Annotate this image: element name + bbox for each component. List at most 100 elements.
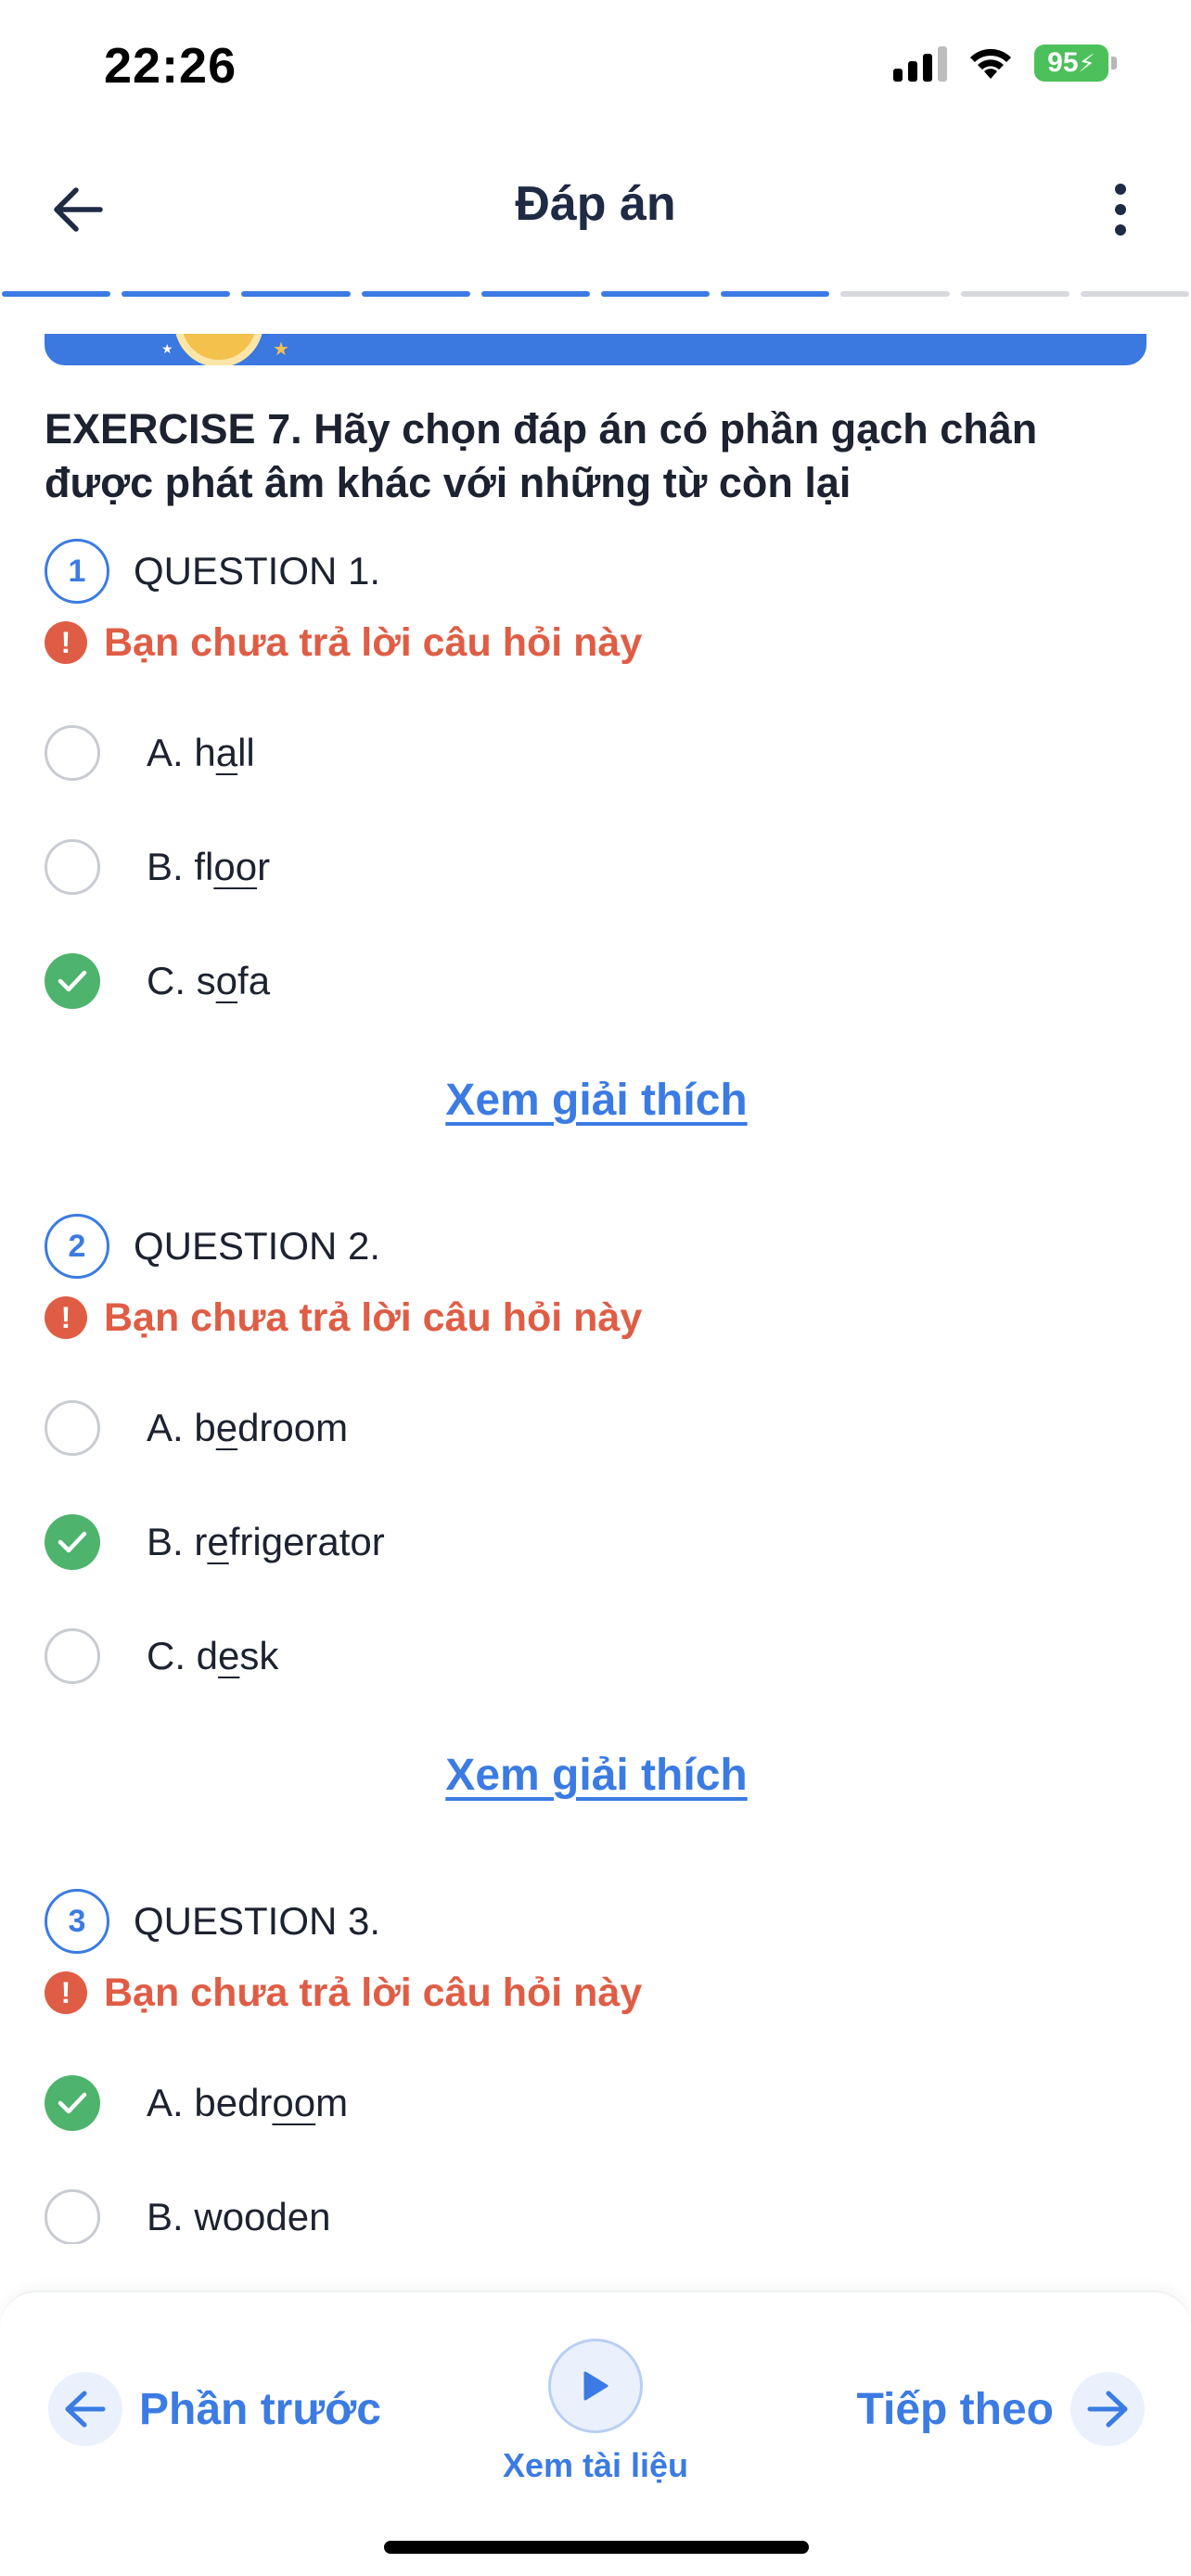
option-prefix: C. (147, 1633, 197, 1677)
option-prefix: B. (147, 2194, 195, 2238)
underlined-part: e (218, 1633, 240, 1677)
option-text: B. wooden (147, 2195, 330, 2239)
option-word-start: b (194, 1405, 216, 1449)
option-word-end: r (257, 844, 271, 888)
question-header: 3 QUESTION 3. (45, 1888, 1148, 1955)
option-text: C. desk (147, 1634, 278, 1678)
option-prefix: A. (147, 1405, 195, 1449)
status-bar: 22:26 95 ⚡ (0, 0, 1191, 130)
exercise-title: EXERCISE 7. Hãy chọn đáp án có phần gạch… (45, 405, 1038, 506)
view-documents-button[interactable]: Xem tài liệu (475, 2339, 716, 2485)
answer-option[interactable]: B. floor (45, 810, 1148, 924)
home-indicator[interactable] (384, 2541, 809, 2554)
progress-segment (122, 291, 231, 297)
question-number-badge: 1 (45, 539, 109, 604)
status-icons: 95 ⚡ (893, 45, 1117, 82)
status-time: 22:26 (104, 38, 237, 94)
answer-options: A. hall B. floor C. sofa (45, 695, 1148, 1038)
progress-segment (721, 291, 830, 297)
answer-option[interactable]: A. hall (45, 695, 1148, 810)
previous-section-label: Phần trước (139, 2384, 381, 2434)
unanswered-warning: ! Bạn chưa trả lời câu hỏi này (45, 1287, 1148, 1348)
option-prefix: B. (147, 844, 195, 888)
arrow-left-circle (48, 2372, 122, 2446)
option-text: B. floor (147, 845, 270, 889)
answer-option[interactable]: A. bedroom (45, 1371, 1148, 1485)
answer-radio[interactable] (45, 838, 100, 895)
warning-text: Bạn chưa trả lời câu hỏi này (104, 619, 643, 665)
correct-answer-radio[interactable] (45, 952, 100, 1009)
app-header: Đáp án (0, 148, 1191, 269)
answer-option[interactable]: C. desk (45, 1599, 1148, 1713)
option-prefix: A. (147, 2080, 195, 2124)
bottom-navigation: Phần trước Xem tài liệu Tiếp theo (0, 2290, 1191, 2576)
option-prefix: C. (147, 958, 197, 1002)
warning-text: Bạn chưa trả lời câu hỏi này (104, 1294, 643, 1340)
option-word-start: d (196, 1633, 219, 1677)
alert-icon: ! (45, 1971, 87, 2014)
next-section-button[interactable]: Tiếp theo (857, 2372, 1145, 2446)
question-header: 2 QUESTION 2. (45, 1213, 1148, 1280)
option-text: A. bedroom (147, 2081, 348, 2125)
alert-icon: ! (45, 1296, 87, 1339)
answer-option[interactable]: B. wooden (45, 2160, 1148, 2244)
view-documents-label: Xem tài liệu (502, 2446, 689, 2484)
underlined-part: oo (213, 844, 258, 888)
progress-segment (480, 291, 591, 297)
answer-option[interactable]: B. refrigerator (45, 1485, 1148, 1599)
more-options-button[interactable] (1093, 176, 1148, 243)
question-label: QUESTION 2. (134, 1224, 381, 1268)
view-explanation-link[interactable]: Xem giải thích (45, 1750, 1148, 1801)
star-icon: ★ (273, 339, 289, 360)
correct-answer-radio[interactable] (45, 2074, 100, 2131)
arrow-right-icon (1087, 2391, 1128, 2428)
option-prefix: A. (147, 730, 195, 774)
option-word-end: frigerator (228, 1519, 385, 1563)
alert-icon: ! (45, 621, 87, 664)
question-label: QUESTION 3. (134, 1899, 381, 1943)
answer-radio[interactable] (45, 1627, 100, 1684)
option-word-start: r (194, 1519, 208, 1563)
sun-icon (174, 334, 263, 365)
more-vertical-icon (1115, 184, 1126, 236)
play-icon (583, 2371, 608, 2401)
option-prefix: B. (147, 1519, 195, 1563)
answer-option[interactable]: A. bedroom (45, 2046, 1148, 2160)
option-word-start: bedr (194, 2080, 273, 2124)
answer-options: A. bedroom B. wooden (45, 2046, 1148, 2244)
underlined-part: e (215, 1405, 238, 1449)
option-word-end: m (315, 2080, 349, 2124)
star-icon: ★ (161, 341, 173, 356)
progress-segment (960, 291, 1069, 297)
progress-segment (2, 291, 111, 297)
arrow-right-circle (1070, 2372, 1145, 2446)
progress-segment (601, 291, 711, 297)
option-word-end: fa (237, 958, 271, 1002)
progress-segment (840, 291, 950, 297)
battery-level: 95 (1047, 47, 1079, 78)
underlined-part: oo (272, 2080, 316, 2124)
answer-option[interactable]: C. sofa (45, 924, 1148, 1038)
option-word-end: sk (239, 1633, 279, 1677)
cellular-signal-icon (893, 45, 947, 82)
progress-bar (0, 291, 1191, 297)
banner-image: ★ ★ (45, 334, 1146, 365)
option-word-start: s (196, 958, 216, 1002)
answer-radio[interactable] (45, 2188, 100, 2244)
answer-radio[interactable] (45, 1399, 100, 1456)
option-text: B. refrigerator (147, 1520, 385, 1564)
battery-icon: 95 ⚡ (1034, 45, 1117, 82)
question-block: 2 QUESTION 2.! Bạn chưa trả lời câu hỏi nà… (45, 1213, 1148, 1801)
view-explanation-link[interactable]: Xem giải thích (45, 1075, 1148, 1126)
correct-answer-radio[interactable] (45, 1513, 100, 1570)
answer-radio[interactable] (45, 724, 100, 781)
next-section-label: Tiếp theo (856, 2384, 1054, 2434)
answer-content[interactable]: EXERCISE 7. Hãy chọn đáp án có phần gạch… (0, 371, 1191, 2244)
answer-options: A. bedroom B. refrigerator C. desk (45, 1371, 1148, 1713)
previous-section-button[interactable]: Phần trước (48, 2372, 381, 2446)
play-button (548, 2339, 643, 2433)
question-number-badge: 2 (45, 1214, 109, 1279)
question-number-badge: 3 (45, 1889, 109, 1954)
option-word-end: ll (237, 730, 255, 774)
arrow-left-icon (65, 2391, 106, 2428)
